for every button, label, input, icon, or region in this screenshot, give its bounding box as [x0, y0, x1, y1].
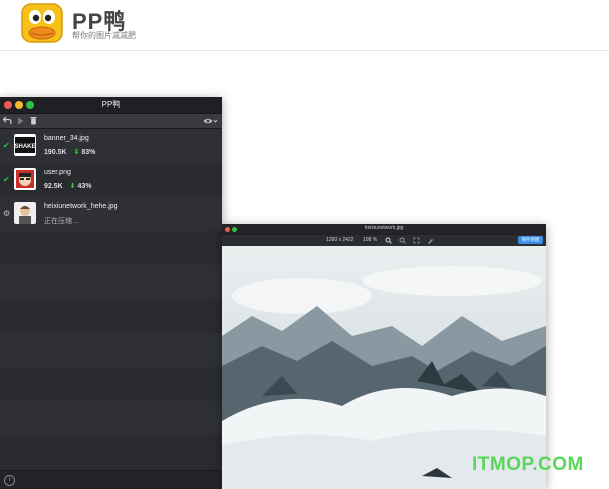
empty-row	[0, 435, 222, 469]
done-check-icon: ✔	[3, 175, 10, 184]
file-name: user.png	[44, 169, 71, 176]
file-size: 92.5K	[44, 183, 63, 190]
eye-icon[interactable]	[203, 117, 218, 125]
image-dimensions: 1280 x 2422	[326, 237, 354, 243]
empty-row	[0, 299, 222, 333]
spinner-icon: ⚙	[3, 209, 11, 218]
undo-arrow-icon[interactable]	[3, 116, 12, 125]
file-saving: 43%	[77, 183, 92, 190]
zoom-out-icon[interactable]	[399, 237, 406, 244]
file-meta: 190.5K ⬇ 83%	[44, 148, 95, 156]
brand-subtitle: 帮你的图片减减肥	[72, 31, 136, 40]
play-icon[interactable]	[17, 117, 24, 125]
duck-logo-icon	[21, 3, 63, 43]
file-saving: 83%	[81, 149, 96, 156]
file-thumbnail	[14, 168, 36, 190]
file-progress-text: 正在压缩…	[44, 218, 79, 225]
preview-title: heixiunetwork.jpg	[364, 225, 404, 231]
preview-toolbar: 1280 x 2422 108 % 保存原图	[222, 235, 546, 246]
empty-row	[0, 333, 222, 367]
site-watermark: ITMOP.COM	[472, 454, 584, 475]
trash-icon[interactable]	[30, 116, 37, 125]
empty-row	[0, 401, 222, 435]
zoom-in-icon[interactable]	[385, 237, 392, 244]
app-window: PP鸭 ✔ SHAKE banner_34.jpg 190.5K ⬇ 83% ✔…	[0, 97, 222, 489]
window-titlebar[interactable]: PP鸭	[0, 97, 222, 114]
save-original-button[interactable]: 保存原图	[518, 236, 543, 244]
zoom-level: 108 %	[363, 237, 378, 243]
file-row[interactable]: ✔ user.png 92.5K ⬇ 43%	[0, 163, 222, 197]
empty-row	[0, 367, 222, 401]
file-row[interactable]: ✔ SHAKE banner_34.jpg 190.5K ⬇ 83%	[0, 129, 222, 163]
saving-arrow-icon: ⬇	[73, 149, 80, 156]
file-row[interactable]: ⚙ heixiunetwork_hehe.jpg 正在压缩…	[0, 197, 222, 231]
done-check-icon: ✔	[3, 141, 10, 150]
file-name: banner_34.jpg	[44, 135, 89, 142]
svg-text:SHAKE: SHAKE	[14, 144, 35, 150]
empty-row	[0, 231, 222, 265]
site-header: PP鸭 帮你的图片减减肥	[0, 0, 609, 51]
app-bottombar: i	[0, 470, 222, 489]
file-name: heixiunetwork_hehe.jpg	[44, 203, 118, 210]
app-toolbar	[0, 114, 222, 129]
file-thumbnail	[14, 202, 36, 224]
window-title: PP鸭	[101, 100, 121, 109]
preview-window: heixiunetwork.jpg 1280 x 2422 108 % 保存原图	[222, 224, 546, 489]
file-size: 190.5K	[44, 149, 67, 156]
empty-row	[0, 265, 222, 299]
saving-arrow-icon: ⬇	[69, 183, 76, 190]
preview-titlebar[interactable]: heixiunetwork.jpg	[222, 224, 546, 234]
info-icon[interactable]: i	[4, 475, 15, 486]
file-thumbnail: SHAKE	[14, 134, 36, 156]
file-list: ✔ SHAKE banner_34.jpg 190.5K ⬇ 83% ✔ use…	[0, 129, 222, 469]
mountain-preview-image	[222, 246, 546, 489]
fit-screen-icon[interactable]	[413, 237, 420, 244]
file-meta: 92.5K ⬇ 43%	[44, 182, 91, 190]
edit-icon[interactable]	[427, 237, 434, 244]
